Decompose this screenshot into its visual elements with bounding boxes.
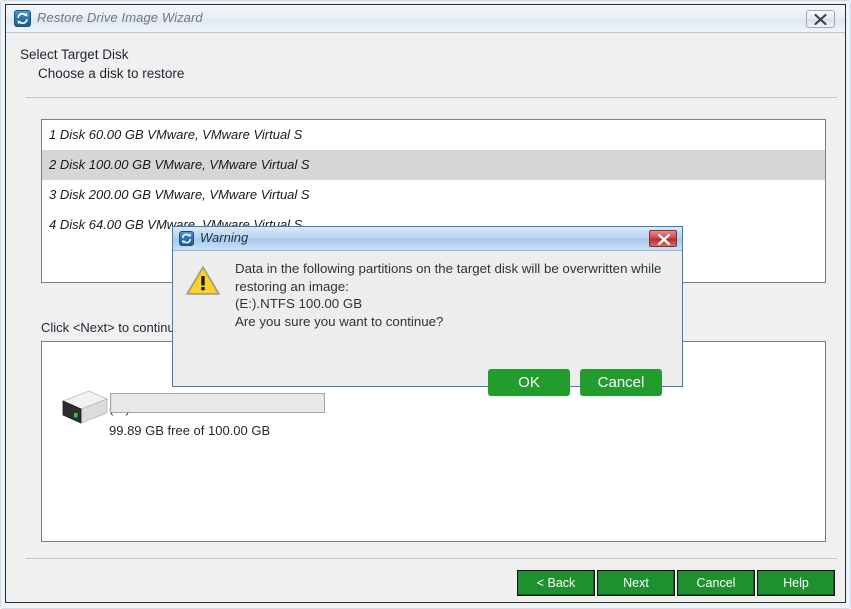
- dialog-message-line: (E:).NTFS 100.00 GB: [235, 296, 363, 311]
- footer-divider: [26, 558, 837, 559]
- dialog-title: Warning: [200, 230, 249, 245]
- dialog-close-button[interactable]: [649, 230, 677, 247]
- partition-free-space: 99.89 GB free of 100.00 GB: [109, 423, 271, 438]
- instruction-text: Click <Next> to continue: [41, 320, 182, 335]
- header-divider: [26, 97, 837, 98]
- app-root: Restore Drive Image Wizard Select Target…: [0, 0, 851, 609]
- page-subtitle: Choose a disk to restore: [38, 66, 185, 81]
- next-button[interactable]: Next: [597, 570, 675, 596]
- restore-circular-arrows-icon: [14, 10, 31, 27]
- dialog-cancel-button[interactable]: Cancel: [580, 369, 662, 396]
- warning-dialog: Warning Data in the following partitions…: [172, 226, 683, 396]
- footer-button-bar: < Back Next Cancel Help: [517, 570, 837, 596]
- list-item[interactable]: 1 Disk 60.00 GB VMware, VMware Virtual S: [42, 120, 825, 150]
- warning-triangle-icon: [186, 265, 220, 296]
- dialog-button-bar: OK Cancel: [488, 369, 662, 396]
- list-item[interactable]: 3 Disk 200.00 GB VMware, VMware Virtual …: [42, 180, 825, 210]
- window-titlebar: Restore Drive Image Wizard: [6, 5, 845, 33]
- hard-drive-icon: [55, 387, 111, 429]
- window-title: Restore Drive Image Wizard: [37, 10, 203, 25]
- dialog-body: Data in the following partitions on the …: [173, 251, 682, 396]
- window-close-button[interactable]: [806, 10, 835, 28]
- dialog-message: Data in the following partitions on the …: [235, 260, 670, 330]
- capacity-bar: [110, 393, 325, 413]
- dialog-message-line: Data in the following partitions on the …: [235, 261, 662, 276]
- page-title: Select Target Disk: [20, 47, 129, 62]
- dialog-titlebar: Warning: [173, 227, 682, 251]
- dialog-message-line: restoring an image:: [235, 278, 349, 294]
- back-button[interactable]: < Back: [517, 570, 595, 596]
- cancel-button[interactable]: Cancel: [677, 570, 755, 596]
- help-button[interactable]: Help: [757, 570, 835, 596]
- dialog-ok-button[interactable]: OK: [488, 369, 570, 396]
- restore-circular-arrows-icon: [179, 231, 194, 246]
- list-item[interactable]: 2 Disk 100.00 GB VMware, VMware Virtual …: [42, 150, 825, 180]
- dialog-message-line: Are you sure you want to continue?: [235, 313, 444, 329]
